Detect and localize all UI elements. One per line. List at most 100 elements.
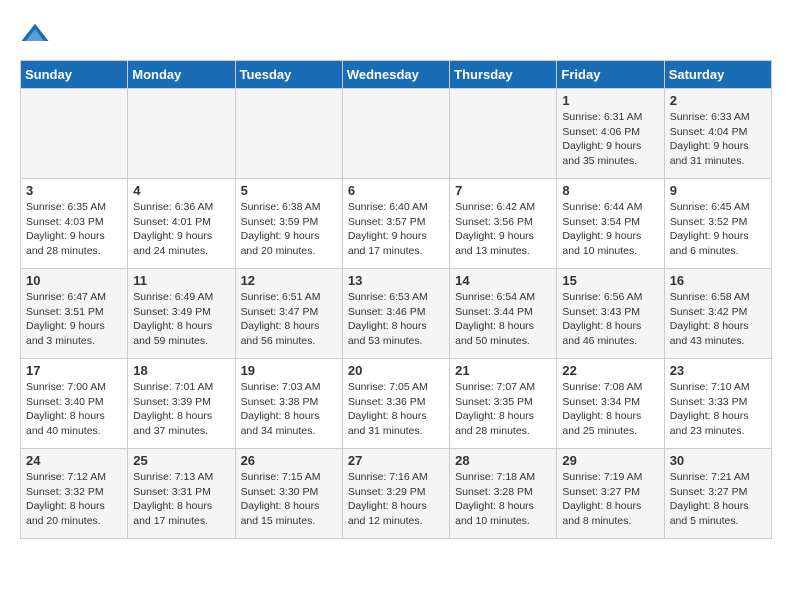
column-header-wednesday: Wednesday (342, 61, 449, 89)
day-info: Sunrise: 6:58 AMSunset: 3:42 PMDaylight:… (670, 290, 766, 349)
calendar-week-row: 24 Sunrise: 7:12 AMSunset: 3:32 PMDayligh… (21, 449, 772, 539)
column-header-saturday: Saturday (664, 61, 771, 89)
day-number: 19 (241, 363, 337, 378)
column-header-thursday: Thursday (450, 61, 557, 89)
day-info: Sunrise: 7:03 AMSunset: 3:38 PMDaylight:… (241, 380, 337, 439)
day-number: 7 (455, 183, 551, 198)
day-info: Sunrise: 6:31 AMSunset: 4:06 PMDaylight:… (562, 110, 658, 169)
calendar-cell (128, 89, 235, 179)
calendar-cell: 29 Sunrise: 7:19 AMSunset: 3:27 PMDayligh… (557, 449, 664, 539)
calendar-cell: 25 Sunrise: 7:13 AMSunset: 3:31 PMDayligh… (128, 449, 235, 539)
calendar-cell: 14 Sunrise: 6:54 AMSunset: 3:44 PMDayligh… (450, 269, 557, 359)
day-info: Sunrise: 6:42 AMSunset: 3:56 PMDaylight:… (455, 200, 551, 259)
day-number: 8 (562, 183, 658, 198)
day-number: 25 (133, 453, 229, 468)
calendar-cell (21, 89, 128, 179)
day-info: Sunrise: 7:12 AMSunset: 3:32 PMDaylight:… (26, 470, 122, 529)
day-number: 1 (562, 93, 658, 108)
day-number: 23 (670, 363, 766, 378)
day-info: Sunrise: 6:40 AMSunset: 3:57 PMDaylight:… (348, 200, 444, 259)
column-header-sunday: Sunday (21, 61, 128, 89)
logo-icon (20, 20, 50, 50)
day-number: 2 (670, 93, 766, 108)
calendar-cell: 1 Sunrise: 6:31 AMSunset: 4:06 PMDaylight… (557, 89, 664, 179)
calendar-week-row: 1 Sunrise: 6:31 AMSunset: 4:06 PMDaylight… (21, 89, 772, 179)
day-info: Sunrise: 6:51 AMSunset: 3:47 PMDaylight:… (241, 290, 337, 349)
calendar-cell: 12 Sunrise: 6:51 AMSunset: 3:47 PMDayligh… (235, 269, 342, 359)
calendar-cell: 28Sunrise: 7:18 AMSunset: 3:28 PMDayligh… (450, 449, 557, 539)
day-info: Sunrise: 7:19 AMSunset: 3:27 PMDaylight:… (562, 470, 658, 529)
column-header-friday: Friday (557, 61, 664, 89)
calendar-cell: 21 Sunrise: 7:07 AMSunset: 3:35 PMDayligh… (450, 359, 557, 449)
day-number: 3 (26, 183, 122, 198)
calendar-cell: 20 Sunrise: 7:05 AMSunset: 3:36 PMDayligh… (342, 359, 449, 449)
day-info: Sunrise: 7:15 AMSunset: 3:30 PMDaylight:… (241, 470, 337, 529)
day-info: Sunrise: 7:16 AMSunset: 3:29 PMDaylight:… (348, 470, 444, 529)
calendar-table: SundayMondayTuesdayWednesdayThursdayFrid… (20, 60, 772, 539)
day-info: Sunrise: 6:33 AMSunset: 4:04 PMDaylight:… (670, 110, 766, 169)
calendar-cell: 10Sunrise: 6:47 AMSunset: 3:51 PMDayligh… (21, 269, 128, 359)
calendar-cell: 16 Sunrise: 6:58 AMSunset: 3:42 PMDayligh… (664, 269, 771, 359)
day-number: 22 (562, 363, 658, 378)
calendar-week-row: 3 Sunrise: 6:35 AMSunset: 4:03 PMDaylight… (21, 179, 772, 269)
calendar-cell: 17 Sunrise: 7:00 AMSunset: 3:40 PMDayligh… (21, 359, 128, 449)
calendar-header-row: SundayMondayTuesdayWednesdayThursdayFrid… (21, 61, 772, 89)
calendar-cell: 18 Sunrise: 7:01 AMSunset: 3:39 PMDayligh… (128, 359, 235, 449)
calendar-cell: 19 Sunrise: 7:03 AMSunset: 3:38 PMDayligh… (235, 359, 342, 449)
day-info: Sunrise: 7:01 AMSunset: 3:39 PMDaylight:… (133, 380, 229, 439)
day-info: Sunrise: 7:10 AMSunset: 3:33 PMDaylight:… (670, 380, 766, 439)
day-number: 13 (348, 273, 444, 288)
calendar-cell (450, 89, 557, 179)
calendar-cell: 3 Sunrise: 6:35 AMSunset: 4:03 PMDaylight… (21, 179, 128, 269)
day-number: 11 (133, 273, 229, 288)
day-number: 9 (670, 183, 766, 198)
calendar-cell: 11Sunrise: 6:49 AMSunset: 3:49 PMDayligh… (128, 269, 235, 359)
day-number: 27 (348, 453, 444, 468)
calendar-cell: 15Sunrise: 6:56 AMSunset: 3:43 PMDayligh… (557, 269, 664, 359)
day-info: Sunrise: 6:54 AMSunset: 3:44 PMDaylight:… (455, 290, 551, 349)
calendar-cell: 6 Sunrise: 6:40 AMSunset: 3:57 PMDaylight… (342, 179, 449, 269)
calendar-cell (235, 89, 342, 179)
day-number: 24 (26, 453, 122, 468)
day-number: 5 (241, 183, 337, 198)
day-number: 20 (348, 363, 444, 378)
calendar-cell: 9Sunrise: 6:45 AMSunset: 3:52 PMDaylight… (664, 179, 771, 269)
day-number: 4 (133, 183, 229, 198)
column-header-tuesday: Tuesday (235, 61, 342, 89)
page-header (20, 20, 772, 50)
day-number: 15 (562, 273, 658, 288)
day-number: 16 (670, 273, 766, 288)
day-info: Sunrise: 6:44 AMSunset: 3:54 PMDaylight:… (562, 200, 658, 259)
calendar-cell: 23 Sunrise: 7:10 AMSunset: 3:33 PMDayligh… (664, 359, 771, 449)
calendar-cell: 22 Sunrise: 7:08 AMSunset: 3:34 PMDayligh… (557, 359, 664, 449)
day-number: 21 (455, 363, 551, 378)
calendar-cell: 8 Sunrise: 6:44 AMSunset: 3:54 PMDaylight… (557, 179, 664, 269)
day-info: Sunrise: 7:13 AMSunset: 3:31 PMDaylight:… (133, 470, 229, 529)
day-number: 18 (133, 363, 229, 378)
day-info: Sunrise: 7:08 AMSunset: 3:34 PMDaylight:… (562, 380, 658, 439)
day-number: 29 (562, 453, 658, 468)
day-number: 26 (241, 453, 337, 468)
calendar-cell: 27 Sunrise: 7:16 AMSunset: 3:29 PMDayligh… (342, 449, 449, 539)
calendar-cell: 4Sunrise: 6:36 AMSunset: 4:01 PMDaylight… (128, 179, 235, 269)
day-info: Sunrise: 6:53 AMSunset: 3:46 PMDaylight:… (348, 290, 444, 349)
day-number: 14 (455, 273, 551, 288)
day-number: 28 (455, 453, 551, 468)
day-info: Sunrise: 7:05 AMSunset: 3:36 PMDaylight:… (348, 380, 444, 439)
day-number: 12 (241, 273, 337, 288)
calendar-cell: 7 Sunrise: 6:42 AMSunset: 3:56 PMDaylight… (450, 179, 557, 269)
day-info: Sunrise: 6:35 AMSunset: 4:03 PMDaylight:… (26, 200, 122, 259)
calendar-cell: 5Sunrise: 6:38 AMSunset: 3:59 PMDaylight… (235, 179, 342, 269)
calendar-cell: 2 Sunrise: 6:33 AMSunset: 4:04 PMDaylight… (664, 89, 771, 179)
day-info: Sunrise: 6:47 AMSunset: 3:51 PMDaylight:… (26, 290, 122, 349)
calendar-cell: 30 Sunrise: 7:21 AMSunset: 3:27 PMDayligh… (664, 449, 771, 539)
day-number: 17 (26, 363, 122, 378)
calendar-cell (342, 89, 449, 179)
day-number: 30 (670, 453, 766, 468)
day-info: Sunrise: 7:00 AMSunset: 3:40 PMDaylight:… (26, 380, 122, 439)
day-info: Sunrise: 7:07 AMSunset: 3:35 PMDaylight:… (455, 380, 551, 439)
calendar-week-row: 17 Sunrise: 7:00 AMSunset: 3:40 PMDayligh… (21, 359, 772, 449)
logo (20, 20, 54, 50)
day-number: 6 (348, 183, 444, 198)
day-info: Sunrise: 7:21 AMSunset: 3:27 PMDaylight:… (670, 470, 766, 529)
